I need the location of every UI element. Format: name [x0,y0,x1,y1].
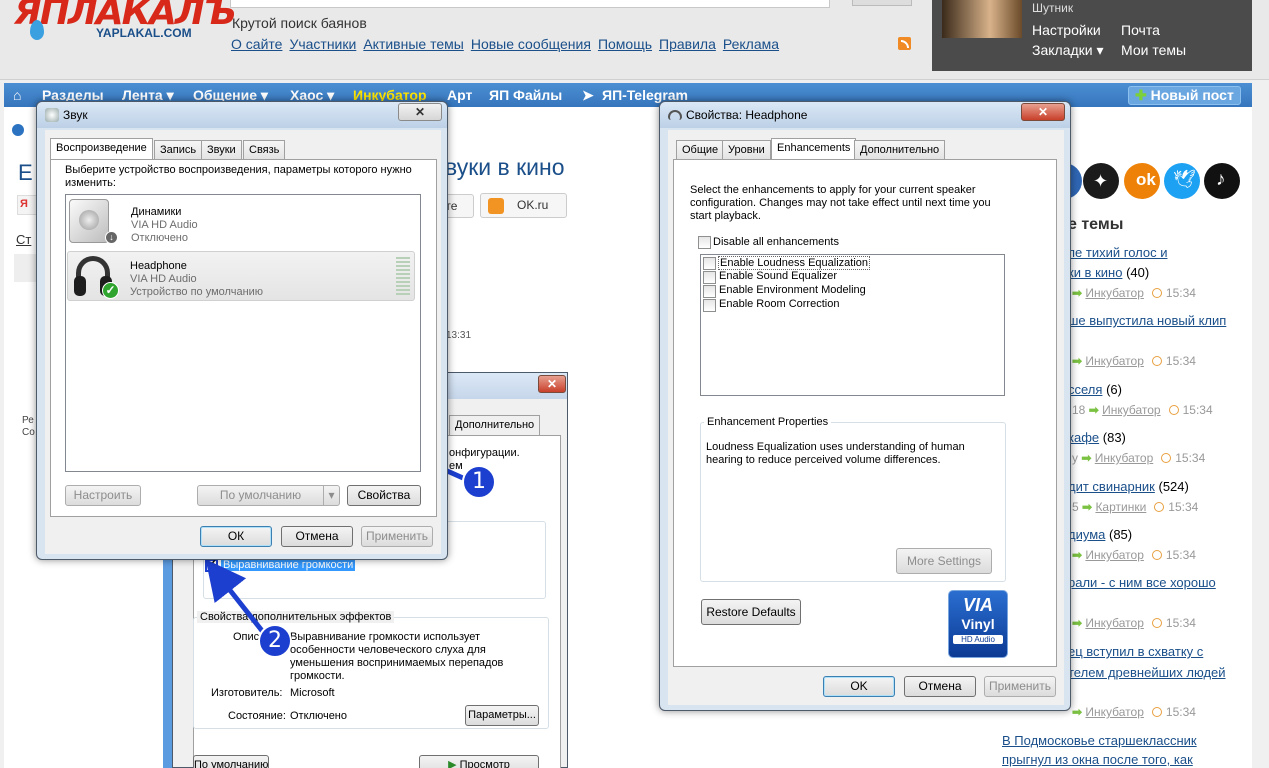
sound-eq-label[interactable]: Enable Sound Equalizer [719,270,837,282]
restore-defaults-button[interactable]: Restore Defaults [701,599,801,625]
via-logo-sub: HD Audio [953,635,1003,644]
sound-apply-button[interactable]: Применить [361,526,433,547]
loudness-eq-checkbox[interactable] [703,257,716,270]
sound-ok-button[interactable]: ОК [200,526,272,547]
sound-cancel-button[interactable]: Отмена [281,526,353,547]
device-name: Динамики [131,206,182,218]
annotation-marker-2: 2 [258,624,292,658]
playback-instruction: Выберите устройство воспроизведения, пар… [65,164,412,189]
props-apply-button[interactable]: Применить [984,676,1056,697]
device-headphone[interactable]: ✓ Headphone VIA HD Audio Устройство по у… [67,251,415,301]
sound-close-button[interactable]: ✕ [398,103,442,121]
via-vinyl-logo: VIA Vinyl HD Audio [948,590,1008,658]
device-driver: VIA HD Audio [130,273,197,285]
tab-sounds[interactable]: Звуки [201,140,242,160]
via-logo-product: Vinyl [961,616,995,632]
props-cancel-button[interactable]: Отмена [904,676,976,697]
set-default-label: По умолчанию [219,488,302,502]
device-name: Headphone [130,260,187,272]
configure-button[interactable]: Настроить [65,485,141,506]
environment-label[interactable]: Enable Environment Modeling [719,284,866,296]
speaker-titlebar-icon [668,110,682,120]
sound-icon [45,108,59,122]
disable-all-checkbox[interactable] [698,236,711,249]
headphone-properties-dialog: Свойства: Headphone ✕ Общие Уровни Enhan… [659,101,1071,711]
tab-enhancements[interactable]: Enhancements [771,138,857,160]
props-ok-button[interactable]: OK [823,676,895,697]
enhancement-properties-title: Enhancement Properties [704,416,832,428]
environment-checkbox[interactable] [703,285,716,298]
tab-advanced[interactable]: Дополнительно [854,140,946,160]
tab-levels[interactable]: Уровни [722,140,771,160]
loudness-eq-label[interactable]: Enable Loudness Equalization [718,256,871,270]
device-speakers[interactable]: ↓ Динамики VIA HD Audio Отключено [67,196,419,248]
more-settings-button[interactable]: More Settings [896,548,992,574]
room-correction-label[interactable]: Enable Room Correction [719,298,839,310]
annotation-marker-1: 1 [462,465,496,499]
volume-level-meter [396,257,410,295]
sound-dialog-title: Звук [63,108,88,122]
device-status: Устройство по умолчанию [130,286,264,298]
enhancements-intro: Select the enhancements to apply for you… [690,184,991,222]
room-correction-checkbox[interactable] [703,299,716,312]
screen: ЯПЛАКАЛЪ YAPLAKAL.COM Крутой поиск баяно… [0,0,1269,768]
set-default-button[interactable]: По умолчанию ▾ [197,485,340,506]
sound-eq-checkbox[interactable] [703,271,716,284]
properties-button[interactable]: Свойства [347,485,421,506]
disable-all-label[interactable]: Disable all enhancements [713,236,839,248]
sound-dialog-titlebar[interactable] [37,102,447,128]
via-logo-brand: VIA [962,595,993,615]
arrow-to-loudness [205,559,265,634]
props-dialog-title: Свойства: Headphone [686,108,808,122]
sound-dialog: Звук ✕ Воспроизведение Запись Звуки Связ… [36,101,448,560]
tab-general[interactable]: Общие [676,140,725,160]
tab-recording[interactable]: Запись [154,140,203,160]
chevron-down-icon[interactable]: ▾ [323,486,339,505]
device-status: Отключено [131,232,188,244]
device-driver: VIA HD Audio [131,219,198,231]
tab-playback[interactable]: Воспроизведение [50,138,153,160]
tab-communications[interactable]: Связь [243,140,286,160]
disabled-badge-icon: ↓ [105,231,118,244]
enhancement-properties-text: Loudness Equalization uses understanding… [706,441,965,466]
speaker-icon [69,199,109,243]
default-check-icon: ✓ [102,282,119,299]
props-close-button[interactable]: ✕ [1021,103,1065,121]
